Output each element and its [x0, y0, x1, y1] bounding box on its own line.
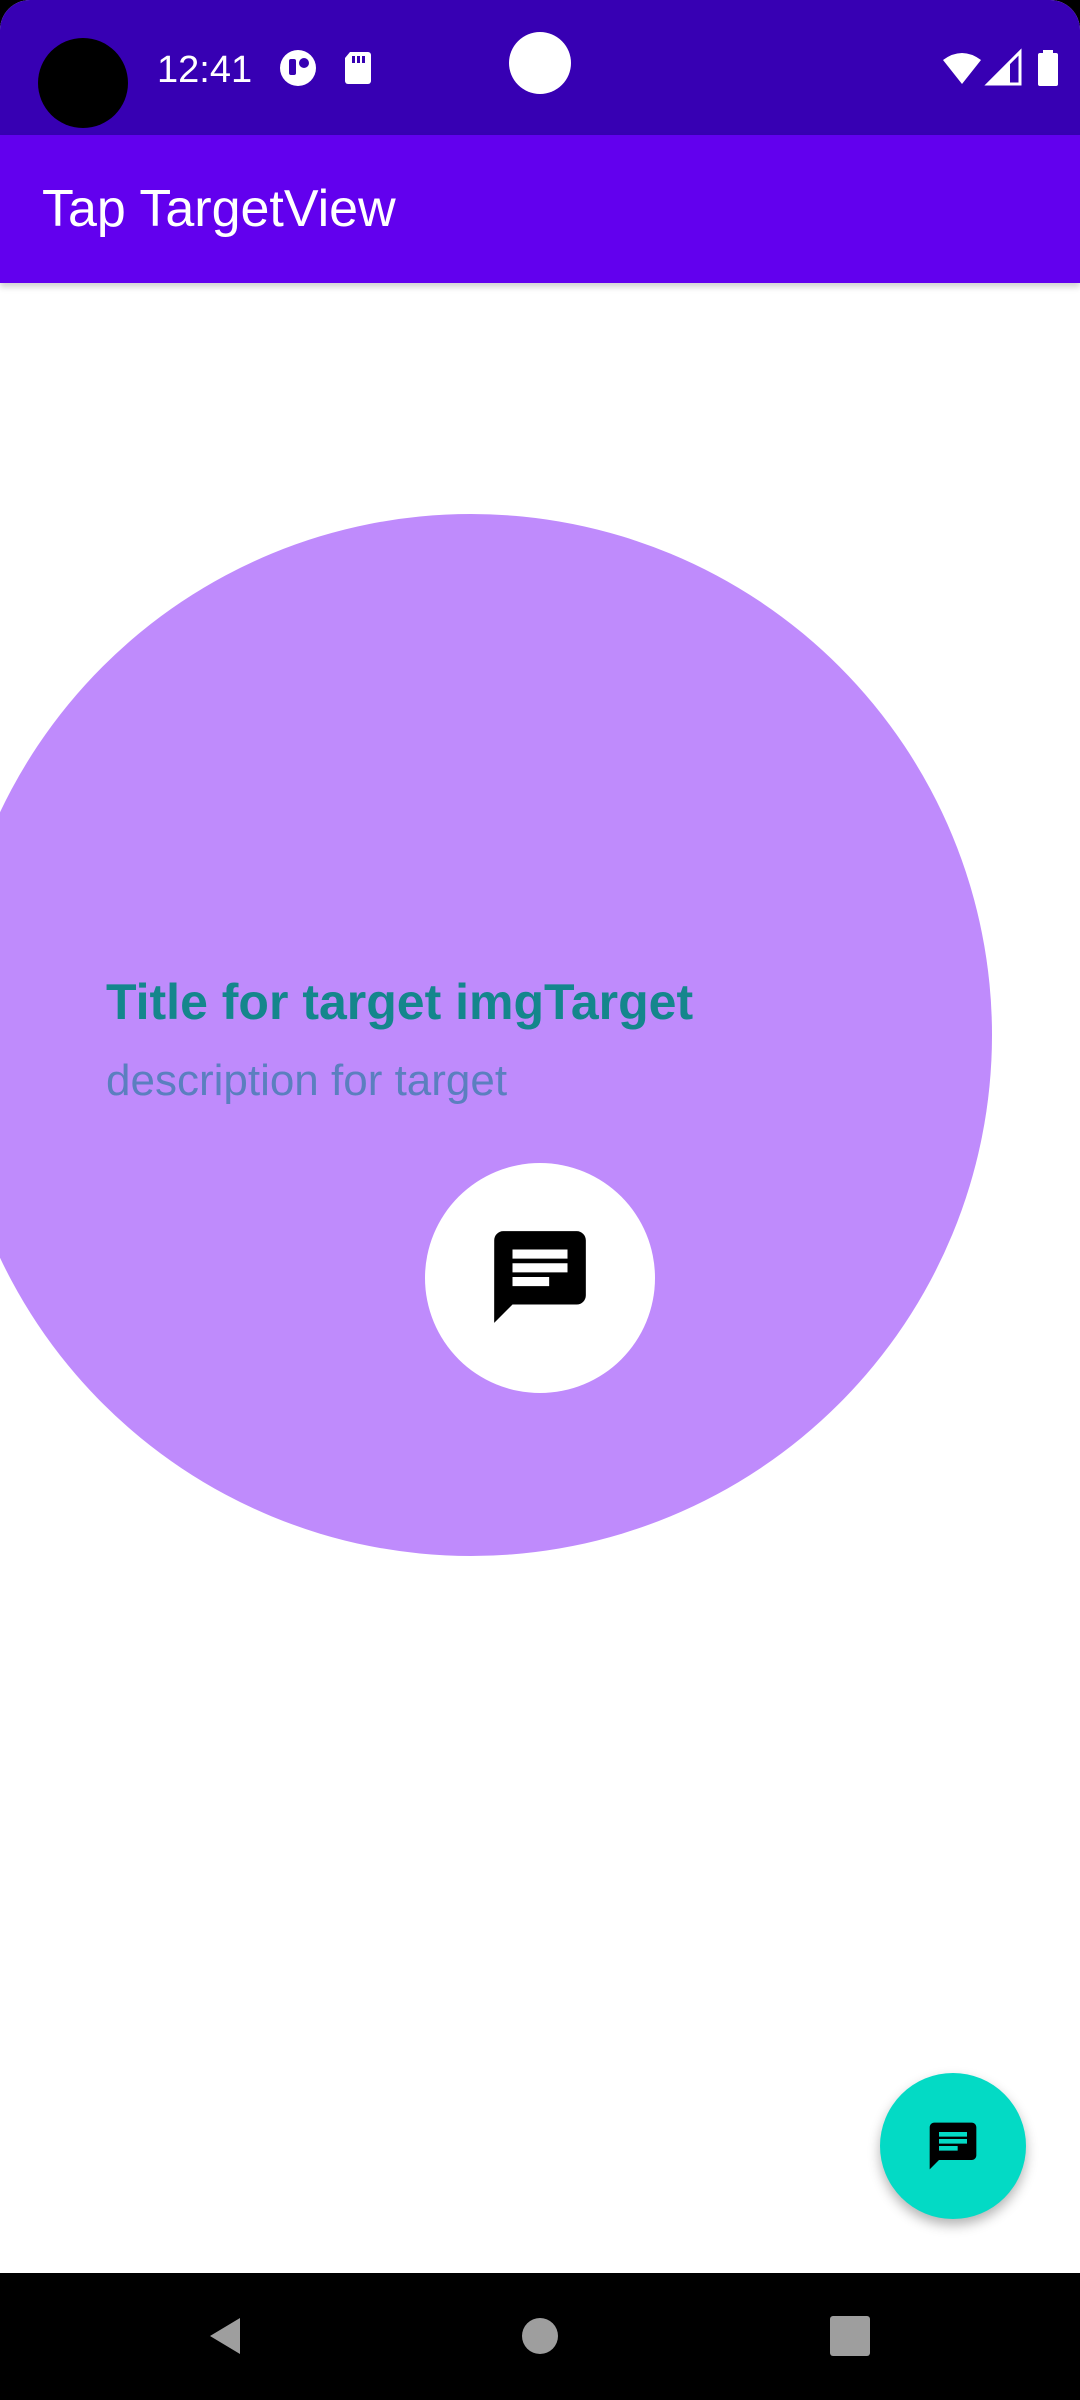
home-icon	[522, 2318, 558, 2354]
navigation-bar	[0, 2273, 1080, 2400]
wifi-icon	[942, 48, 982, 88]
recents-button[interactable]	[790, 2273, 910, 2400]
back-icon	[210, 2318, 240, 2354]
target-highlight[interactable]	[425, 1163, 655, 1393]
app-title: Tap TargetView	[42, 180, 396, 238]
screen: 12:41 Tap TargetView Title for target im…	[0, 0, 1080, 2400]
message-fab[interactable]	[880, 2073, 1026, 2219]
home-button[interactable]	[480, 2273, 600, 2400]
front-sensor	[509, 32, 571, 94]
notification-app-icon	[278, 48, 318, 88]
status-bar: 12:41	[0, 0, 1080, 135]
message-icon	[494, 1231, 586, 1323]
recents-icon	[830, 2316, 870, 2356]
status-time: 12:41	[157, 49, 253, 91]
signal-icon	[984, 48, 1024, 88]
target-outer-circle[interactable]	[0, 514, 992, 1556]
camera-cutout	[38, 38, 128, 128]
back-button[interactable]	[166, 2273, 286, 2400]
message-icon	[929, 2122, 977, 2170]
target-title: Title for target imgTarget	[106, 974, 694, 1030]
battery-icon	[1030, 48, 1066, 88]
target-description: description for target	[106, 1056, 508, 1105]
app-bar: Tap TargetView	[0, 135, 1080, 283]
sd-card-icon	[338, 48, 378, 88]
